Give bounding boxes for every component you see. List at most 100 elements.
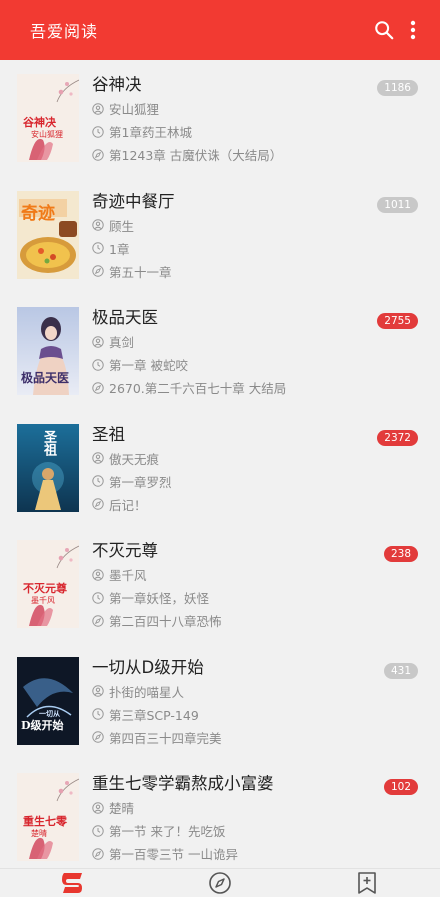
book-author: 墨千风 [109, 568, 147, 583]
book-author-row: 真剑 [92, 331, 420, 352]
book-latest-chapter: 2670.第二千六百七十章 大结局 [109, 381, 287, 396]
unread-count-badge: 1186 [377, 80, 418, 96]
cover-title-text: 不灭元尊 [23, 582, 67, 595]
book-author-row: 顾生 [92, 215, 420, 236]
book-cover: 极品天医 [17, 307, 79, 395]
cover-title-text: 奇迹 [21, 203, 55, 224]
tab-bookmark[interactable] [293, 869, 440, 897]
unread-count-badge: 2372 [377, 429, 418, 446]
cover-author-text: 安山狐狸 [31, 130, 63, 139]
clock-icon [92, 824, 104, 837]
book-author: 楚晴 [109, 801, 135, 816]
clock-icon [92, 475, 104, 487]
book-info: 极品天医真剑第一章 被蛇咬 2670.第二千六百七十章 大结局 [92, 307, 420, 398]
book-latest-row: 后记！ [92, 494, 420, 515]
book-last-read: 第一章 被蛇咬 [109, 358, 188, 373]
author-icon [92, 102, 104, 115]
app-title: 吾爱阅读 [30, 22, 99, 41]
book-last-read: 第一节 来了！先吃饭 [109, 824, 226, 839]
discover-icon [209, 872, 231, 894]
book-author-row: 楚晴 [92, 797, 420, 818]
book-info: 奇迹中餐厅顾生 1章第五十一章 [92, 191, 420, 282]
author-icon [92, 568, 104, 581]
cover-author-text: 墨千风 [31, 596, 55, 605]
book-progress-row: 第一章妖怪，妖怪 [92, 587, 420, 608]
book-latest-row: 第五十一章 [92, 261, 420, 282]
book-list-item[interactable]: 重生七零 楚晴 重生七零学霸熬成小富婆 楚晴 第一节 来了！先吃饭 第一百零三节 一山诡异… [0, 759, 440, 868]
book-title: 奇迹中餐厅 [92, 191, 175, 211]
compass-icon [92, 614, 104, 627]
tab-bookshelf[interactable] [0, 869, 147, 897]
author-icon [92, 452, 104, 464]
clock-icon [92, 591, 104, 604]
bottom-navigation [0, 868, 440, 897]
book-info: 一切从D级开始扑街的喵星人 第三章SCP-149 第四百三十四章完美 [92, 657, 420, 748]
book-latest-row: 第四百三十四章完美 [92, 727, 420, 748]
book-last-read: 第一章罗烈 [109, 474, 172, 490]
book-list-item[interactable]: 一切从 D级开始 一切从D级开始扑街的喵星人 第三章SCP-149 第四百三十四章完美 4… [0, 643, 440, 760]
book-list-item[interactable]: 谷神决 安山狐狸 谷神决 安山狐狸 第1章药王林城 第1243章 古魔伏诛（大结局） 118… [0, 60, 440, 177]
cover-author-text: 楚晴 [31, 829, 47, 838]
cover-title-text: 重生七零 [23, 815, 67, 828]
unread-count-badge: 431 [383, 662, 418, 679]
book-author-row: 扑街的喵星人 [92, 681, 420, 702]
clock-icon [92, 242, 104, 254]
cover-title-text: 极品天医 [21, 371, 70, 385]
author-icon [92, 335, 104, 348]
clock-icon [92, 708, 104, 720]
book-author-row: 傲天无痕 [92, 448, 420, 469]
book-latest-chapter: 第二百四十八章恐怖 [109, 614, 222, 629]
book-list-item[interactable]: 极品天医 极品天医 真剑 第一章 被蛇咬 2670.第二千六百七十章 大结局 2755 [0, 293, 440, 410]
book-last-read: 第三章SCP-149 [109, 707, 199, 723]
book-list-item[interactable]: 奇迹 奇迹中餐厅 顾生 1章 第五十一章 1011 [0, 177, 440, 294]
unread-count-badge: 1011 [377, 196, 418, 213]
book-progress-row: 第1章药王林城 [92, 121, 420, 142]
book-info: 不灭元尊墨千风第一章妖怪，妖怪 第二百四十八章恐怖 [92, 540, 420, 631]
app-bar: 吾爱阅读 [0, 0, 440, 60]
book-progress-row: 第三章SCP-149 [92, 704, 420, 725]
book-title: 一切从D级开始 [92, 657, 204, 677]
book-latest-chapter: 第四百三十四章完美 [109, 730, 222, 746]
unread-count-badge: 238 [383, 546, 418, 562]
book-author: 安山狐狸 [109, 102, 160, 117]
compass-icon [92, 731, 104, 743]
book-latest-chapter: 第五十一章 [109, 264, 172, 280]
more-vert-icon [410, 20, 416, 40]
book-cover: 重生七零 楚晴 [17, 773, 79, 861]
book-latest-row: 2670.第二千六百七十章 大结局 [92, 377, 420, 398]
author-icon [92, 685, 104, 697]
more-button[interactable] [402, 12, 424, 48]
book-info: 圣祖 傲天无痕 第一章罗烈 后记！ [92, 424, 420, 515]
book-progress-row: 1章 [92, 238, 420, 259]
author-icon [92, 219, 104, 231]
book-cover: 圣祖 [17, 423, 79, 512]
book-last-read: 第一章妖怪，妖怪 [109, 591, 210, 606]
tab-discover[interactable] [147, 869, 294, 897]
book-list-item[interactable]: 不灭元尊 墨千风 不灭元尊 墨千风 第一章妖怪，妖怪 第二百四十八章恐怖 238 [0, 526, 440, 643]
book-latest-chapter: 第一百零三节 一山诡异 [109, 847, 238, 862]
clock-icon [92, 358, 104, 371]
book-latest-row: 第二百四十八章恐怖 [92, 610, 420, 631]
cover-title-text: 谷神决 [23, 116, 56, 129]
book-author-row: 安山狐狸 [92, 98, 420, 119]
book-list-item[interactable]: 圣祖 圣祖 傲天无痕 第一章罗烈 后记！ 2372 [0, 410, 440, 527]
book-title: 不灭元尊 [92, 541, 158, 560]
book-latest-chapter: 后记！ [109, 497, 147, 513]
book-progress-row: 第一章 被蛇咬 [92, 354, 420, 375]
cover-title-text: 圣祖 [41, 429, 56, 456]
book-title: 极品天医 [92, 308, 158, 327]
book-latest-row: 第一百零三节 一山诡异 [92, 843, 420, 864]
book-cover: 不灭元尊 墨千风 [17, 540, 79, 628]
book-info: 重生七零学霸熬成小富婆 楚晴 第一节 来了！先吃饭 第一百零三节 一山诡异 [92, 773, 420, 864]
unread-count-badge: 2755 [377, 313, 418, 329]
compass-icon [92, 498, 104, 510]
cover-title-text: D级开始 [21, 718, 64, 732]
book-author: 扑街的喵星人 [109, 684, 185, 700]
book-last-read: 第1章药王林城 [109, 125, 192, 140]
compass-icon [92, 847, 104, 860]
search-icon [375, 21, 394, 40]
bookshelf-list[interactable]: 谷神决 安山狐狸 谷神决 安山狐狸 第1章药王林城 第1243章 古魔伏诛（大结局） 118… [0, 60, 440, 868]
clock-icon [92, 125, 104, 138]
compass-icon [92, 265, 104, 277]
search-button[interactable] [366, 12, 402, 48]
